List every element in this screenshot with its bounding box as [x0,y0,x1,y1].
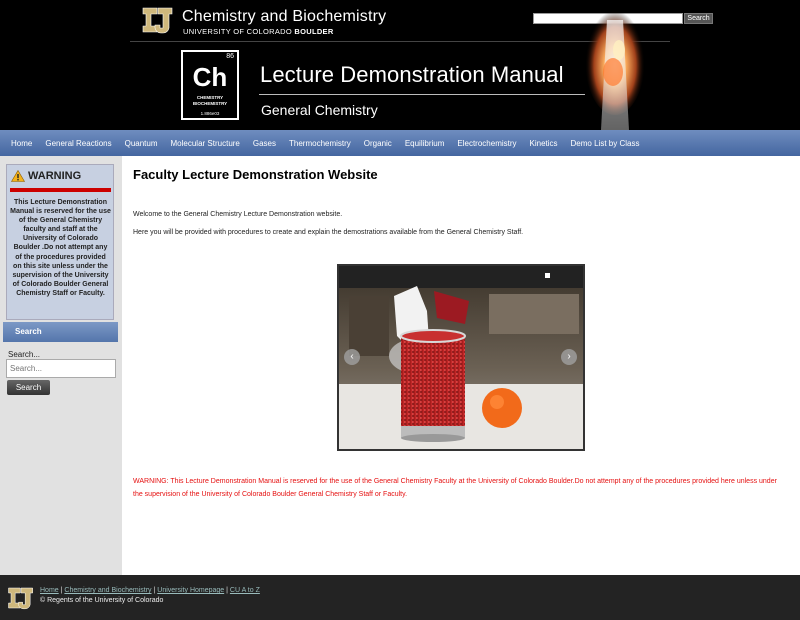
department-name[interactable]: Chemistry and Biochemistry [182,8,386,26]
nav-item-kinetics[interactable]: Kinetics [523,139,564,148]
site-header: Chemistry and Biochemistry UNIVERSITY OF… [0,0,800,130]
footer-link-university[interactable]: University Homepage [157,587,224,594]
manual-title: Lecture Demonstration Manual [260,62,564,87]
warning-notice: WARNING: This Lecture Demonstration Manu… [133,478,777,498]
header-search-button[interactable]: Search [684,13,713,24]
nav-item-equilibrium[interactable]: Equilibrium [398,139,451,148]
element-number: 86 [226,53,234,60]
nav-item-molecular-structure[interactable]: Molecular Structure [164,139,246,148]
warning-heading: WARNING [11,170,81,182]
welcome-text: Welcome to the General Chemistry Lecture… [133,211,343,218]
demo-photo [339,266,583,449]
manual-title-divider [259,94,585,95]
cu-logo-icon[interactable] [140,4,176,36]
page-title: Faculty Lecture Demonstration Website [133,167,378,182]
footer-links: Home | Chemistry and Biochemistry | Univ… [40,587,260,594]
nav-item-thermochemistry[interactable]: Thermochemistry [283,139,358,148]
nav-item-home[interactable]: Home [0,139,39,148]
university-name-a: UNIVERSITY OF COLORADO [183,27,295,36]
nav-item-gases[interactable]: Gases [246,139,282,148]
footer-link-home[interactable]: Home [40,587,59,594]
footer-copyright: © Regents of the University of Colorado [40,597,164,604]
university-name-b: BOULDER [294,27,334,36]
footer-link-chemistry[interactable]: Chemistry and Biochemistry [64,587,151,594]
site-footer: Home | Chemistry and Biochemistry | Univ… [0,575,800,620]
nav-item-quantum[interactable]: Quantum [118,139,164,148]
intro-text: Here you will be provided with procedure… [133,229,524,236]
chevron-left-icon[interactable]: ‹ [344,349,360,365]
warning-divider [10,188,111,192]
sidebar-search-heading: Search [3,322,118,342]
slide-indicator[interactable] [545,273,550,278]
sidebar-search-button[interactable]: Search [7,380,50,395]
nav-item-organic[interactable]: Organic [357,139,398,148]
element-label-2: BIOCHEMISTRY [192,101,228,106]
manual-subtitle: General Chemistry [261,102,378,118]
footer-link-a-to-z[interactable]: CU A to Z [230,587,260,594]
element-tile-logo: 86 Ch CHEMISTRY BIOCHEMISTRY 1.886e03 [181,50,239,120]
main-nav: Home General Reactions Quantum Molecular… [0,130,800,156]
warning-box: WARNING This Lecture Demonstration Manua… [6,164,114,320]
university-name: UNIVERSITY OF COLORADO BOULDER [183,27,334,36]
cu-logo-icon[interactable] [6,584,36,612]
main-content: Faculty Lecture Demonstration Website We… [122,156,800,575]
element-mass: 1.886e03 [200,111,220,116]
warning-title: WARNING [28,170,82,182]
nav-item-demo-list[interactable]: Demo List by Class [564,139,646,148]
nav-item-electrochemistry[interactable]: Electrochemistry [451,139,523,148]
sidebar-search-input[interactable] [6,359,116,378]
image-slideshow[interactable]: ‹ › [337,264,585,451]
sidebar-search-label: Search... [8,350,41,359]
sidebar: WARNING This Lecture Demonstration Manua… [0,156,122,575]
chevron-right-icon[interactable]: › [561,349,577,365]
element-symbol: Ch [192,62,228,92]
warning-text: This Lecture Demonstration Manual is res… [10,199,111,297]
nav-item-general-reactions[interactable]: General Reactions [39,139,118,148]
element-label: CHEMISTRY BIOCHEMISTRY [183,95,237,107]
warning-triangle-icon [11,170,25,182]
flame-image [585,5,645,130]
